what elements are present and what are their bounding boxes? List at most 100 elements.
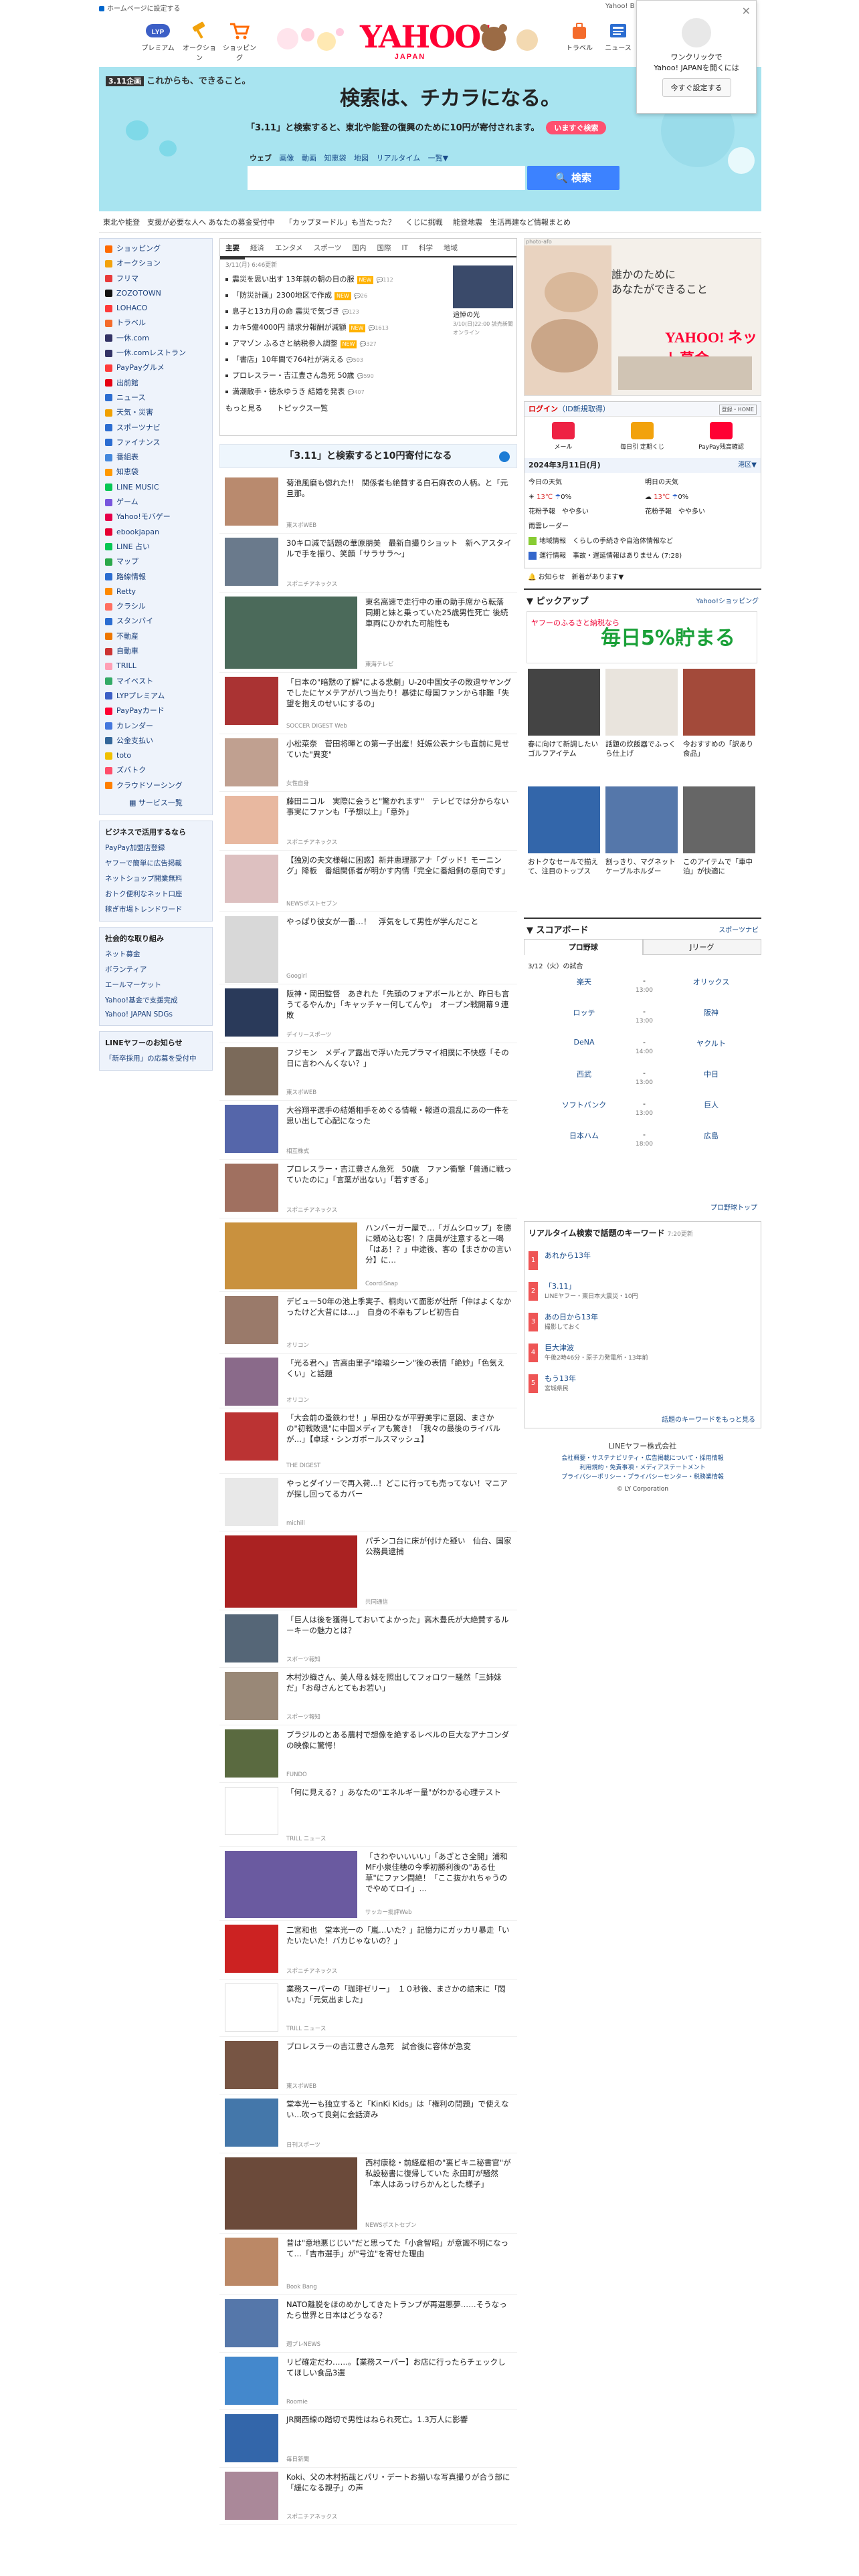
- article-item[interactable]: フジモン メディア露出で浮いた元プラマイ相撲に不快感「その日に言わへんくない？」…: [219, 1043, 517, 1101]
- game-row[interactable]: DeNA - 14:00 ヤクルト: [524, 1037, 761, 1063]
- sidebar-item[interactable]: 一休.com: [100, 331, 212, 346]
- home-team[interactable]: ソフトバンク: [557, 1099, 611, 1110]
- news-tab[interactable]: IT: [396, 239, 413, 257]
- scoreboard-source-link[interactable]: スポーツナビ: [719, 924, 759, 934]
- weather-today[interactable]: 今日の天気 ☀ 13℃ ☂0% 花粉予報 やや多い: [529, 475, 642, 520]
- news-tab[interactable]: 地域: [438, 239, 463, 257]
- ticker-item[interactable]: 「カップヌードル」も当たった？: [285, 218, 395, 227]
- social-link[interactable]: Yahoo!基金で支援完成: [100, 992, 212, 1008]
- search-tab-image[interactable]: 画像: [280, 154, 294, 163]
- news-tab[interactable]: 国際: [371, 239, 396, 257]
- close-icon[interactable]: ✕: [742, 5, 751, 17]
- sidebar-item[interactable]: ebookjapan: [100, 525, 212, 540]
- sidebar-item[interactable]: ショッピング: [100, 241, 212, 256]
- article-item[interactable]: やっとダイソーで再入荷…！どこに行っても売ってない！マニアが探し回ってるカバー m…: [219, 1474, 517, 1531]
- article-item[interactable]: 堂本光一も独立すると「KinKi Kids」は「権利の問題」で使えない…吹って良…: [219, 2095, 517, 2153]
- search-tab-map[interactable]: 地図: [354, 154, 369, 163]
- news-headline[interactable]: 息子と13カ月の命 震災で気づき 💬123: [225, 304, 436, 320]
- sidebar-item[interactable]: 天気・災害: [100, 405, 212, 420]
- news-headline[interactable]: 満潮散手・徳永ゆうき 結婚を発表 💬407: [225, 384, 436, 400]
- service-list-link[interactable]: ▦ サービス一覧: [100, 793, 212, 812]
- article-item[interactable]: プロレスラーの吉江豊さん急死 試合後に容体が急変 東スポWEB: [219, 2037, 517, 2095]
- sidebar-item[interactable]: マイベスト: [100, 674, 212, 689]
- service-travel[interactable]: トラベル: [562, 21, 597, 52]
- game-row[interactable]: ソフトバンク - 13:00 巨人: [524, 1098, 761, 1125]
- sidebar-item[interactable]: カレンダー: [100, 719, 212, 734]
- sidebar-item[interactable]: PayPayグルメ: [100, 360, 212, 375]
- lottery-shortcut[interactable]: 毎日引 定期くじ: [617, 422, 668, 451]
- search-input[interactable]: [248, 166, 525, 190]
- service-premium[interactable]: LYP プレミアム: [140, 21, 175, 52]
- article-item[interactable]: リピ確定だわ……。【業務スーパー】お店に行ったらチェックしてほしい食品3選 Roo…: [219, 2353, 517, 2410]
- id-register-link[interactable]: ID新規取得: [565, 405, 603, 413]
- article-item[interactable]: やっぱり彼女が一番…！ 浮気をして男性が学んだこと Googirl: [219, 912, 517, 984]
- article-item[interactable]: 菊池風磨も惚れた!! 関係者も絶賛する白石麻衣の人柄。と「元旦那。 東スポWEB: [219, 473, 517, 534]
- article-item[interactable]: Koki、父の木村拓哉とパリ・デートお揃いな写真撮りが合う部に「緩になる親子」の…: [219, 2468, 517, 2525]
- more-keywords-link[interactable]: 話題のキーワードをもっと見る: [662, 1414, 755, 1424]
- sidebar-item[interactable]: ファイナンス: [100, 435, 212, 450]
- region-select[interactable]: 港区▼: [738, 458, 757, 473]
- sidebar-item[interactable]: フリマ: [100, 272, 212, 286]
- article-item[interactable]: 大谷翔平選手の結婚相手をめぐる情報・報道の混乱にあの一件を思い出して心配になった…: [219, 1101, 517, 1160]
- article-item[interactable]: 「大会前の蚤鉄わせ！」早田ひなが平野美宇に意図、まさかの"初戦敗退"に中国メディ…: [219, 1408, 517, 1474]
- login-link[interactable]: ログイン: [529, 405, 558, 413]
- keyword-item[interactable]: 5 もう13年 宮城県民: [529, 1372, 756, 1397]
- ticker-item[interactable]: 能登地震 生活再建など情報まとめ: [453, 218, 571, 227]
- sidebar-item[interactable]: ズバトク: [100, 763, 212, 778]
- sidebar-item[interactable]: LOHACO: [100, 301, 212, 316]
- article-item[interactable]: ブラジルのとある農村で想像を絶するレベルの巨大なアナコンダの映像に驚愕！ FUND…: [219, 1725, 517, 1783]
- tab-pro-baseball[interactable]: プロ野球: [524, 939, 643, 955]
- social-link[interactable]: エールマーケット: [100, 977, 212, 992]
- sidebar-item[interactable]: トラベル: [100, 316, 212, 330]
- footer-links[interactable]: 利用規約・免責事項・メディアステートメント: [524, 1463, 761, 1473]
- yahoo-japan-logo[interactable]: YAHOO! JAPAN: [360, 20, 493, 61]
- search-now-button[interactable]: いますぐ検索: [546, 121, 607, 134]
- game-row[interactable]: 西武 - 13:00 中日: [524, 1067, 761, 1094]
- news-headline[interactable]: 「防災計画」2300地区で作成 NEW 💬26: [225, 288, 436, 304]
- keyword-item[interactable]: 1 あれから13年: [529, 1249, 756, 1274]
- article-item[interactable]: 小松菜奈 菅田将暉との第一子出産！妊娠公表ナシも直前に見せていた"異変" 女性自身: [219, 734, 517, 792]
- sidebar-item[interactable]: スポーツナビ: [100, 421, 212, 435]
- search-button[interactable]: 🔍 検索: [527, 166, 619, 190]
- news-tab[interactable]: 国内: [347, 239, 371, 257]
- local-info-link[interactable]: 地域情報 くらしの手続きや自治体情報など: [529, 534, 673, 549]
- furusato-banner[interactable]: ヤフーのふるさと納税なら 毎日5%貯まる: [527, 611, 757, 663]
- rain-radar-link[interactable]: 雨雲レーダー: [529, 520, 569, 534]
- search-tab-realtime[interactable]: リアルタイム: [377, 154, 421, 163]
- news-tab[interactable]: 主要: [220, 239, 245, 259]
- keyword-item[interactable]: 4 巨大津波 午後2時46分・原子力発電所・13年前: [529, 1341, 756, 1366]
- top-right-link[interactable]: Yahoo! B: [605, 3, 634, 10]
- article-item[interactable]: 二宮和也 堂本光一の「嵐…いた？」記憶力にガッカリ暴走「いたいたいた！バカじゃな…: [219, 1921, 517, 1979]
- pickup-item[interactable]: 割っきり、マグネットケーブルホルダー: [605, 786, 678, 876]
- pickup-source-link[interactable]: Yahoo!ショッピング: [696, 595, 759, 605]
- away-team[interactable]: 広島: [684, 1130, 738, 1141]
- away-team[interactable]: オリックス: [684, 976, 738, 987]
- business-link[interactable]: 稼ぎ市場トレンドワード: [100, 901, 212, 921]
- set-homepage-link[interactable]: ホームページに設定する: [99, 3, 181, 13]
- news-more-link[interactable]: もっと見る: [225, 404, 262, 413]
- game-row[interactable]: 楽天 - 13:00 オリックス: [524, 975, 761, 1002]
- notice-link[interactable]: 「新卒採用」の応募を受付中: [100, 1051, 212, 1070]
- advertisement[interactable]: photo-afo 誰かのためにあなたができること YAHOO! ネット募金: [524, 238, 761, 396]
- article-item[interactable]: プロレスラー・吉江豊さん急死 50歳 ファン衝撃「普通に戦っていたのに」「言葉が…: [219, 1160, 517, 1218]
- sidebar-item[interactable]: LINE 占い: [100, 540, 212, 554]
- service-shopping[interactable]: ショッピング: [222, 21, 257, 62]
- train-info-link[interactable]: 運行情報 事故・遅延情報はありません (7:28): [529, 549, 682, 564]
- article-item[interactable]: 30キロ減で話題の華原朋美 最新自撮りショット 新ヘアスタイルで手を振り、笑顔「…: [219, 534, 517, 593]
- game-row[interactable]: 日本ハム - 18:00 広島: [524, 1129, 761, 1156]
- sidebar-item[interactable]: マップ: [100, 554, 212, 569]
- sidebar-item[interactable]: クラウドソーシング: [100, 778, 212, 793]
- news-tab[interactable]: 科学: [413, 239, 438, 257]
- news-headline[interactable]: カキ5億4000円 請求分報酬が減額 NEW 💬1613: [225, 320, 436, 336]
- article-item[interactable]: 【独別の夫文様報に困惑】新井恵理那アナ「グッド！モーニング」降板 番組関係者が明…: [219, 851, 517, 912]
- sidebar-item[interactable]: 番組表: [100, 450, 212, 465]
- sidebar-item[interactable]: ZOZOTOWN: [100, 286, 212, 301]
- search-tab-list[interactable]: 一覧▼: [428, 154, 448, 163]
- sidebar-item[interactable]: クラシル: [100, 599, 212, 614]
- sidebar-item[interactable]: LYPプレミアム: [100, 689, 212, 704]
- register-badge[interactable]: 登録・HOME: [719, 405, 757, 415]
- sidebar-item[interactable]: TRILL: [100, 659, 212, 673]
- footer-links[interactable]: プライバシーポリシー・プライバシーセンター・税務業情報: [524, 1473, 761, 1482]
- article-item[interactable]: 木村沙織さん、美人母＆妹を照出してフォロワー騒然「三姉妹だ」「お母さんとてもお若…: [219, 1668, 517, 1725]
- sidebar-item[interactable]: ゲーム: [100, 495, 212, 510]
